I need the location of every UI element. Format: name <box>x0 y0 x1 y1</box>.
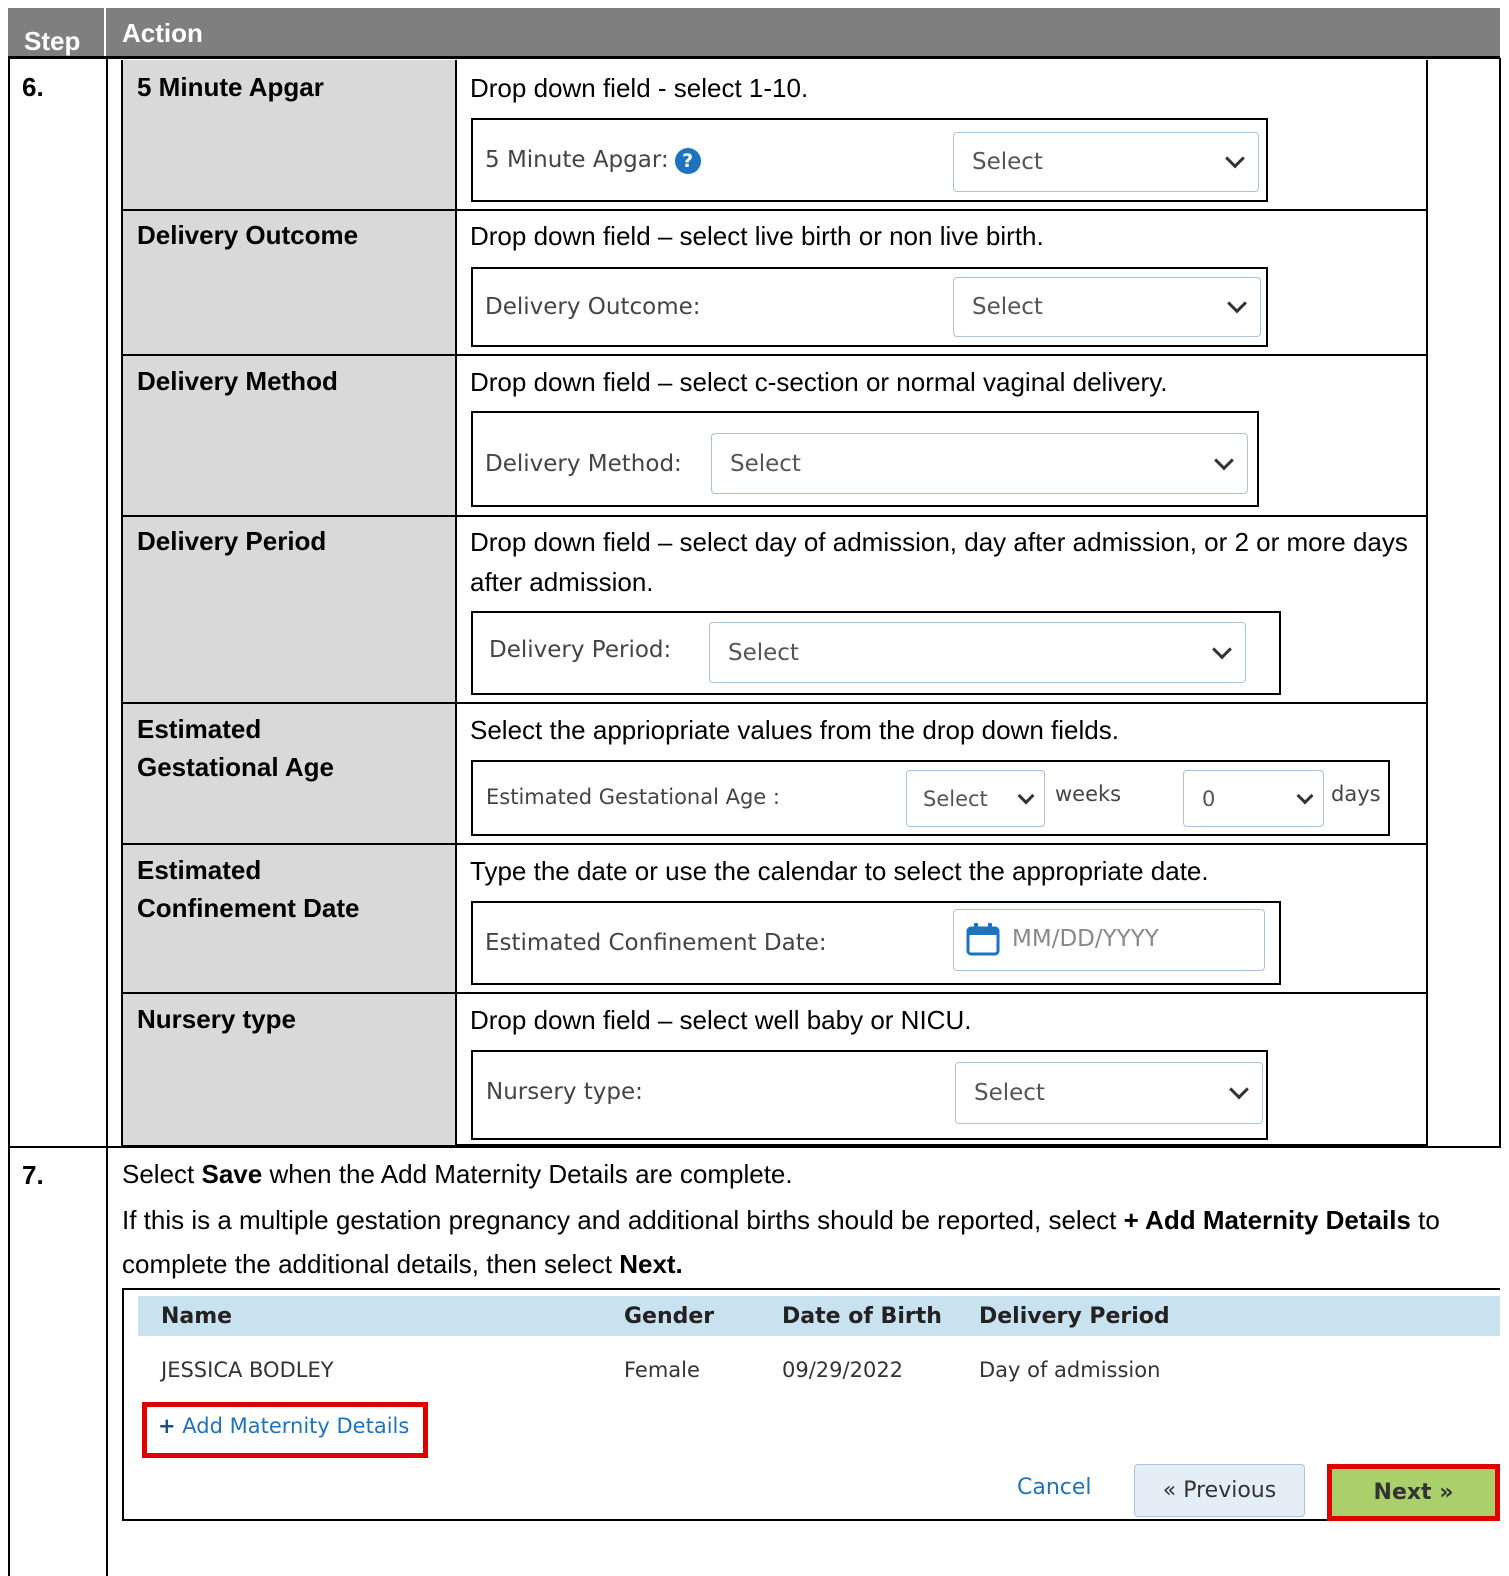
delivery-period-screenshot: Delivery Period: Select <box>471 611 1281 695</box>
col-gender: Gender <box>624 1304 715 1329</box>
row-desc-apgar: Drop down field - select 1-10. <box>470 73 809 103</box>
date-placeholder: MM/DD/YYYY <box>1012 926 1159 952</box>
plus-icon: + <box>158 1414 176 1438</box>
header-bottom-rule <box>8 56 1500 59</box>
cancel-button[interactable]: Cancel <box>1017 1475 1117 1500</box>
inner-column-border <box>455 60 457 1146</box>
step-number-6: 6. <box>22 72 44 102</box>
chevron-down-icon <box>1227 293 1247 314</box>
step7-line1: Select Save when the Add Maternity Detai… <box>122 1159 793 1189</box>
row-divider <box>121 992 1428 994</box>
delivery-method-field-label: Delivery Method: <box>485 451 682 477</box>
calendar-icon[interactable] <box>966 922 1000 956</box>
apgar-select[interactable]: Select <box>953 132 1259 192</box>
row-label-delivery-method: Delivery Method <box>137 366 338 396</box>
gestational-age-screenshot: Estimated Gestational Age : Select weeks… <box>471 760 1390 836</box>
row-divider <box>121 843 1428 845</box>
row-desc-delivery-method: Drop down field – select c-section or no… <box>470 367 1168 397</box>
row-label-delivery-outcome: Delivery Outcome <box>137 220 359 250</box>
delivery-outcome-select[interactable]: Select <box>953 277 1261 337</box>
delivery-period-field-label: Delivery Period: <box>489 637 672 663</box>
gestational-weeks-select[interactable]: Select <box>906 770 1045 827</box>
col-delivery-period: Delivery Period <box>979 1304 1170 1329</box>
chevron-down-icon <box>1214 450 1234 470</box>
row-desc-gestational-age: Select the appriopriate values from the … <box>470 715 1119 745</box>
delivery-method-screenshot: Delivery Method: Select <box>471 411 1259 507</box>
chevron-down-icon <box>1296 787 1314 804</box>
row-label-apgar: 5 Minute Apgar <box>137 72 324 102</box>
confinement-date-screenshot: Estimated Confinement Date: MM/DD/YYYY <box>471 901 1281 985</box>
step-number-7: 7. <box>22 1160 44 1190</box>
apgar-screenshot: 5 Minute Apgar:? Select <box>471 118 1268 202</box>
delivery-method-select[interactable]: Select <box>711 433 1248 494</box>
header-action: Action <box>122 18 203 48</box>
step-separator <box>8 1146 1500 1148</box>
row-desc-delivery-outcome: Drop down field – select live birth or n… <box>470 221 1044 251</box>
maternity-table-header: Name Gender Date of Birth Delivery Perio… <box>138 1296 1500 1336</box>
gestational-age-field-label: Estimated Gestational Age : <box>486 785 780 809</box>
weeks-unit: weeks <box>1055 782 1122 806</box>
row-divider <box>121 702 1428 704</box>
next-keyword: Next. <box>619 1249 683 1279</box>
maternity-screenshot: Name Gender Date of Birth Delivery Perio… <box>122 1288 1500 1521</box>
row-divider <box>121 209 1428 211</box>
delivery-period-select[interactable]: Select <box>709 622 1246 683</box>
header-step: Step <box>24 26 81 56</box>
row-label-gestational-age: Estimated Gestational Age <box>137 714 334 782</box>
confinement-date-field-label: Estimated Confinement Date: <box>485 930 827 956</box>
outer-right-border <box>1499 58 1501 1148</box>
confinement-date-input[interactable]: MM/DD/YYYY <box>953 909 1265 971</box>
days-unit: days <box>1331 782 1381 806</box>
delivery-outcome-field-label: Delivery Outcome: <box>485 294 701 320</box>
row-desc-delivery-period: Drop down field – select day of admissio… <box>470 527 1408 597</box>
nursery-type-field-label: Nursery type: <box>486 1079 643 1105</box>
row-desc-confinement-date: Type the date or use the calendar to sel… <box>470 856 1209 886</box>
gestational-days-select[interactable]: 0 <box>1183 770 1324 827</box>
row-label-confinement-date: Estimated Confinement Date <box>137 855 360 923</box>
table-header: Step Action <box>8 8 1500 58</box>
nursery-type-select[interactable]: Select <box>955 1062 1263 1124</box>
row-label-delivery-period: Delivery Period <box>137 526 327 556</box>
step-column-border <box>106 58 108 1576</box>
delivery-outcome-screenshot: Delivery Outcome: Select <box>471 267 1268 347</box>
add-maternity-keyword: + Add Maternity Details <box>1123 1205 1411 1235</box>
save-keyword: Save <box>201 1159 263 1189</box>
outer-left-border <box>8 58 10 1576</box>
col-name: Name <box>161 1304 233 1329</box>
row-divider <box>121 515 1428 517</box>
add-maternity-details-link[interactable]: + Add Maternity Details <box>158 1414 409 1438</box>
row-divider <box>121 354 1428 356</box>
table-row[interactable]: JESSICA BODLEY Female 09/29/2022 Day of … <box>138 1350 1500 1390</box>
apgar-field-label: 5 Minute Apgar: <box>485 147 669 173</box>
chevron-down-icon <box>1225 148 1245 169</box>
col-dob: Date of Birth <box>782 1304 942 1329</box>
nursery-type-screenshot: Nursery type: Select <box>471 1050 1268 1140</box>
step7-line2: If this is a multiple gestation pregnanc… <box>122 1205 1440 1279</box>
chevron-down-icon <box>1017 787 1035 804</box>
row-desc-nursery-type: Drop down field – select well baby or NI… <box>470 1005 972 1035</box>
previous-button[interactable]: « Previous <box>1134 1464 1305 1517</box>
header-divider <box>104 8 106 58</box>
next-button[interactable]: Next » <box>1332 1469 1495 1516</box>
row-label-nursery-type: Nursery type <box>137 1004 296 1034</box>
chevron-down-icon <box>1212 639 1232 659</box>
help-icon[interactable]: ? <box>674 147 701 174</box>
chevron-down-icon <box>1229 1079 1249 1100</box>
